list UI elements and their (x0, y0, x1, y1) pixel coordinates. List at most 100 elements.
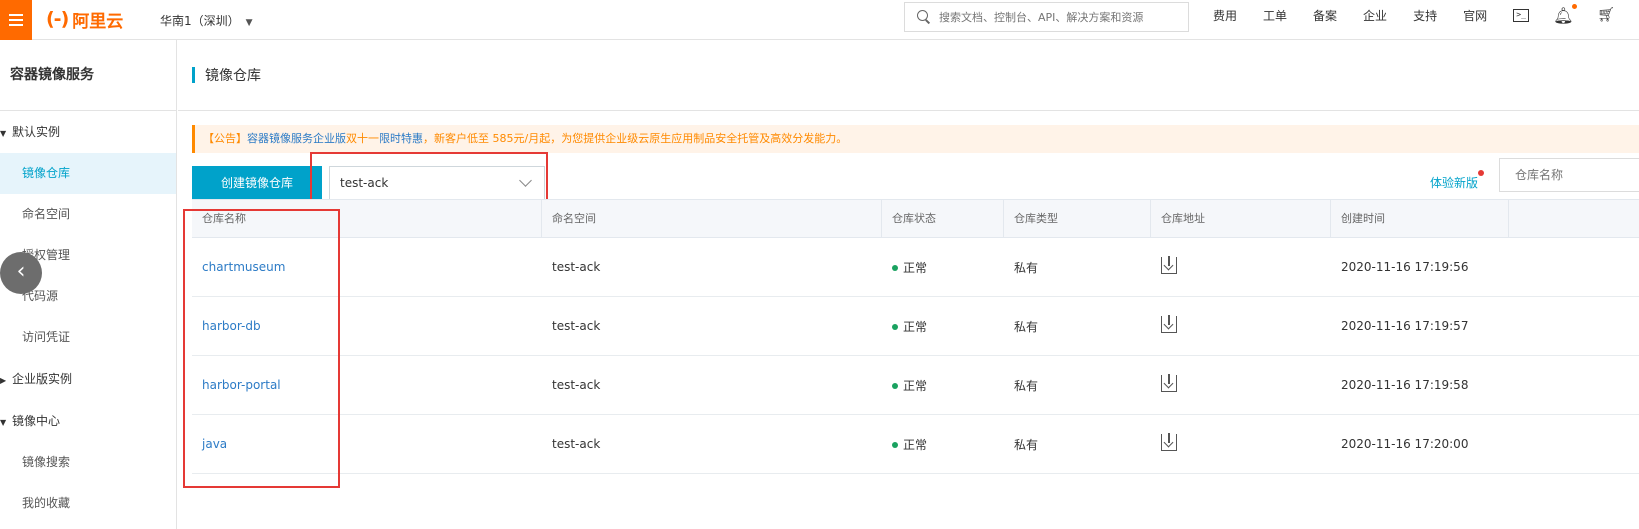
title-accent-bar (192, 67, 195, 83)
region-label: 华南1（深圳） (160, 14, 240, 28)
terminal-icon[interactable]: >_ (1513, 8, 1530, 22)
page-title: 镜像仓库 (205, 68, 261, 84)
announcement-banner: 【公告】容器镜像服务企业版双十一限时特惠，新客户低至 585元/月起，为您提供企… (192, 125, 1639, 153)
repo-name-link[interactable]: java (202, 437, 227, 451)
download-address-icon[interactable] (1161, 315, 1177, 333)
top-bar: (-) 阿里云 华南1（深圳） ▼ 费用 工单 备案 企业 支持 官网 >_ 🔔︎… (0, 0, 1639, 40)
notice-prefix: 【公告】 (203, 132, 247, 145)
sidebar-group-label: 默认实例 (12, 125, 61, 139)
col-header-status: 仓库状态 (882, 200, 1004, 237)
namespace-select-value: test-ack (340, 176, 389, 190)
caret-down-icon: ▼ (0, 129, 7, 138)
create-repository-button[interactable]: 创建镜像仓库 (192, 166, 322, 200)
repository-table: 仓库名称 命名空间 仓库状态 仓库类型 仓库地址 创建时间 chartmuseu… (192, 199, 1639, 474)
col-header-actions (1509, 200, 1639, 237)
repo-namespace: test-ack (552, 378, 601, 392)
nav-ticket[interactable]: 工单 (1263, 7, 1287, 24)
nav-icp[interactable]: 备案 (1313, 7, 1337, 24)
sidebar-group-label: 镜像中心 (12, 414, 61, 428)
search-input[interactable] (939, 10, 1179, 24)
table-row: harbor-db test-ack 正常 私有 2020-11-16 17:1… (192, 297, 1639, 356)
sidebar-item-image-search[interactable]: 镜像搜索 (0, 442, 176, 483)
logo-mark: (-) (46, 8, 69, 30)
col-header-name: 仓库名称 (192, 200, 542, 237)
repo-status: 正常 (882, 318, 1004, 335)
try-new-version-link[interactable]: 体验新版 (1430, 170, 1485, 191)
sidebar-title: 容器镜像服务 (0, 40, 176, 111)
sidebar-item-namespaces[interactable]: 命名空间 (0, 194, 176, 235)
col-header-namespace: 命名空间 (542, 200, 882, 237)
chevron-left-icon[interactable]: ‹ (0, 252, 42, 294)
status-dot-icon (892, 442, 898, 448)
new-badge-dot (1478, 170, 1485, 176)
col-header-created: 创建时间 (1331, 200, 1509, 237)
chevron-down-icon (519, 174, 532, 187)
notice-link-enterprise[interactable]: 容器镜像服务企业版 (247, 132, 346, 145)
search-icon (917, 10, 931, 24)
repo-type: 私有 (1014, 378, 1039, 393)
notice-link-offer[interactable]: 限时特惠 (379, 132, 423, 145)
repo-name-link[interactable]: harbor-portal (202, 378, 281, 392)
table-row: harbor-portal test-ack 正常 私有 2020-11-16 … (192, 356, 1639, 415)
status-dot-icon (892, 324, 898, 330)
table-row: java test-ack 正常 私有 2020-11-16 17:20:00 (192, 415, 1639, 474)
sidebar-group-label: 企业版实例 (12, 372, 73, 386)
table-row: chartmuseum test-ack 正常 私有 2020-11-16 17… (192, 238, 1639, 297)
aliyun-logo[interactable]: (-) 阿里云 (46, 6, 123, 32)
global-search[interactable] (904, 2, 1189, 32)
col-header-address: 仓库地址 (1151, 200, 1331, 237)
repo-created-time: 2020-11-16 17:19:56 (1341, 260, 1469, 274)
repository-name-filter[interactable] (1499, 158, 1639, 192)
table-header: 仓库名称 命名空间 仓库状态 仓库类型 仓库地址 创建时间 (192, 199, 1639, 238)
repo-type: 私有 (1014, 319, 1039, 334)
status-dot-icon (892, 383, 898, 389)
namespace-select[interactable]: test-ack (329, 166, 545, 200)
cart-icon[interactable]: 🛒︎ (1597, 7, 1615, 23)
repo-status-text: 正常 (903, 378, 928, 393)
download-address-icon[interactable] (1161, 374, 1177, 392)
try-new-label: 体验新版 (1430, 176, 1479, 190)
page-header: 镜像仓库 (178, 40, 1639, 111)
repo-type: 私有 (1014, 260, 1039, 275)
top-nav: 费用 工单 备案 企业 支持 官网 >_ 🔔︎ 🛒︎ (1213, 0, 1639, 30)
caret-down-icon: ▼ (245, 18, 253, 28)
repo-status-text: 正常 (903, 437, 928, 452)
sidebar-item-favorites[interactable]: 我的收藏 (0, 483, 176, 524)
nav-support[interactable]: 支持 (1413, 7, 1437, 24)
caret-right-icon: ▶ (0, 376, 7, 385)
caret-down-icon: ▼ (0, 418, 7, 427)
nav-billing[interactable]: 费用 (1213, 7, 1237, 24)
col-header-type: 仓库类型 (1004, 200, 1151, 237)
repo-status: 正常 (882, 377, 1004, 394)
sidebar-item-repositories[interactable]: 镜像仓库 (0, 153, 176, 194)
repo-status-text: 正常 (903, 319, 928, 334)
repo-created-time: 2020-11-16 17:19:57 (1341, 319, 1469, 333)
download-address-icon[interactable] (1161, 433, 1177, 451)
logo-text: 阿里云 (72, 11, 124, 32)
download-address-icon[interactable] (1161, 256, 1177, 274)
repo-namespace: test-ack (552, 319, 601, 333)
notice-mid: 双十一 (346, 132, 379, 145)
repo-created-time: 2020-11-16 17:19:58 (1341, 378, 1469, 392)
repo-created-time: 2020-11-16 17:20:00 (1341, 437, 1469, 451)
sidebar-group-default-instance[interactable]: ▼ 默认实例 (0, 111, 176, 153)
sidebar-group-enterprise-instance[interactable]: ▶ 企业版实例 (0, 358, 176, 400)
repo-namespace: test-ack (552, 437, 601, 451)
repo-namespace: test-ack (552, 260, 601, 274)
region-selector[interactable]: 华南1（深圳） ▼ (160, 12, 253, 29)
repo-status: 正常 (882, 436, 1004, 453)
notification-dot (1572, 3, 1578, 9)
repo-status: 正常 (882, 259, 1004, 276)
hamburger-menu-icon[interactable] (0, 0, 32, 40)
nav-enterprise[interactable]: 企业 (1363, 7, 1387, 24)
sidebar-group-image-center[interactable]: ▼ 镜像中心 (0, 400, 176, 442)
repo-name-link[interactable]: harbor-db (202, 319, 261, 333)
nav-official-site[interactable]: 官网 (1463, 7, 1487, 24)
repo-type: 私有 (1014, 437, 1039, 452)
repo-name-link[interactable]: chartmuseum (202, 260, 285, 274)
sidebar-item-access-credentials[interactable]: 访问凭证 (0, 317, 176, 358)
bell-icon[interactable]: 🔔︎ (1553, 3, 1578, 25)
status-dot-icon (892, 265, 898, 271)
repo-status-text: 正常 (903, 260, 928, 275)
main-content: 镜像仓库 【公告】容器镜像服务企业版双十一限时特惠，新客户低至 585元/月起，… (178, 40, 1639, 529)
